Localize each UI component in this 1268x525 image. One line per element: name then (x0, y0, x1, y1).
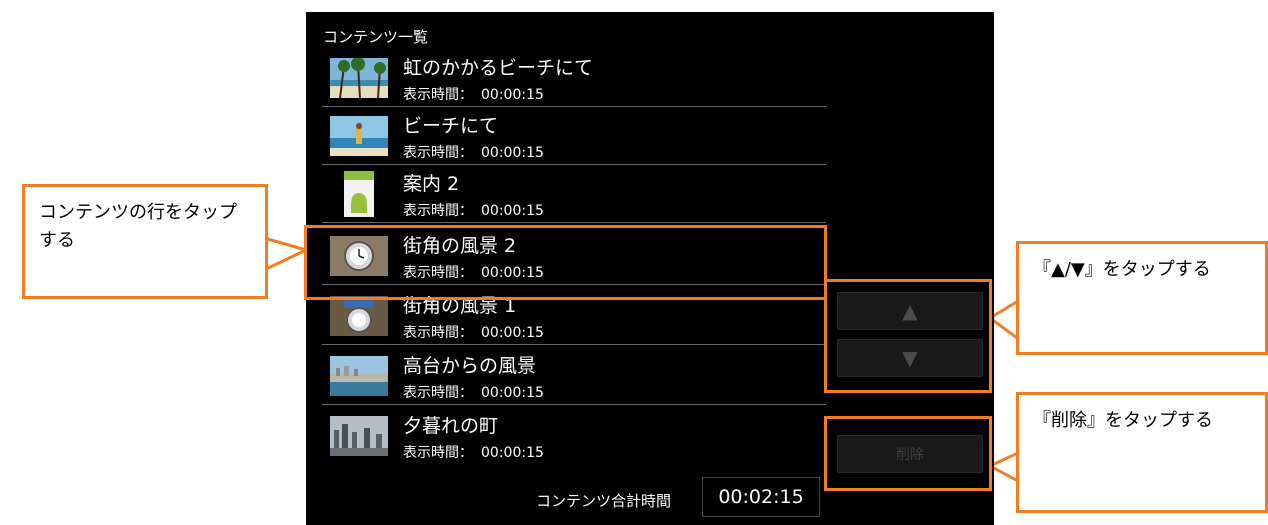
list-item[interactable]: 虹のかかるビーチにて 表示時間： 00:00:15 (322, 49, 826, 107)
total-time-value: 00:02:15 (702, 477, 820, 517)
city-coast-thumbnail (330, 356, 388, 396)
item-title: 案内 2 (403, 173, 460, 195)
total-time-label: コンテンツ合計時間 (536, 492, 672, 510)
item-duration: 表示時間： 00:00:15 (403, 325, 544, 341)
selected-row-highlight (304, 225, 827, 300)
arrow-buttons-highlight (824, 279, 992, 393)
item-title: 高台からの風景 (403, 355, 537, 377)
street-clock-thumbnail (330, 296, 388, 336)
android-mascot-thumbnail (344, 171, 374, 217)
beach-palms-thumbnail (330, 58, 388, 98)
list-item[interactable]: ビーチにて 表示時間： 00:00:15 (322, 107, 826, 165)
beach-surfer-thumbnail (330, 116, 388, 156)
list-item[interactable]: 夕暮れの町 表示時間： 00:00:15 (322, 407, 826, 465)
item-duration: 表示時間： 00:00:15 (403, 145, 544, 161)
delete-callout: 『削除』をタップする (1016, 392, 1268, 513)
item-title: 虹のかかるビーチにて (403, 57, 594, 79)
list-title: コンテンツ一覧 (323, 28, 429, 46)
item-duration: 表示時間： 00:00:15 (403, 385, 544, 401)
city-dusk-thumbnail (330, 416, 388, 456)
list-item[interactable]: 案内 2 表示時間： 00:00:15 (322, 165, 826, 223)
item-duration: 表示時間： 00:00:15 (403, 87, 544, 103)
arrows-callout: 『▲/▼』をタップする (1016, 241, 1268, 355)
delete-button-highlight (824, 416, 992, 491)
item-title: ビーチにて (403, 115, 499, 137)
list-item[interactable]: 高台からの風景 表示時間： 00:00:15 (322, 347, 826, 405)
item-title: 夕暮れの町 (403, 415, 499, 437)
item-duration: 表示時間： 00:00:15 (403, 445, 544, 461)
item-duration: 表示時間： 00:00:15 (403, 203, 544, 219)
row-callout: コンテンツの行をタップする (22, 184, 268, 299)
row-callout-pointer (262, 236, 311, 273)
